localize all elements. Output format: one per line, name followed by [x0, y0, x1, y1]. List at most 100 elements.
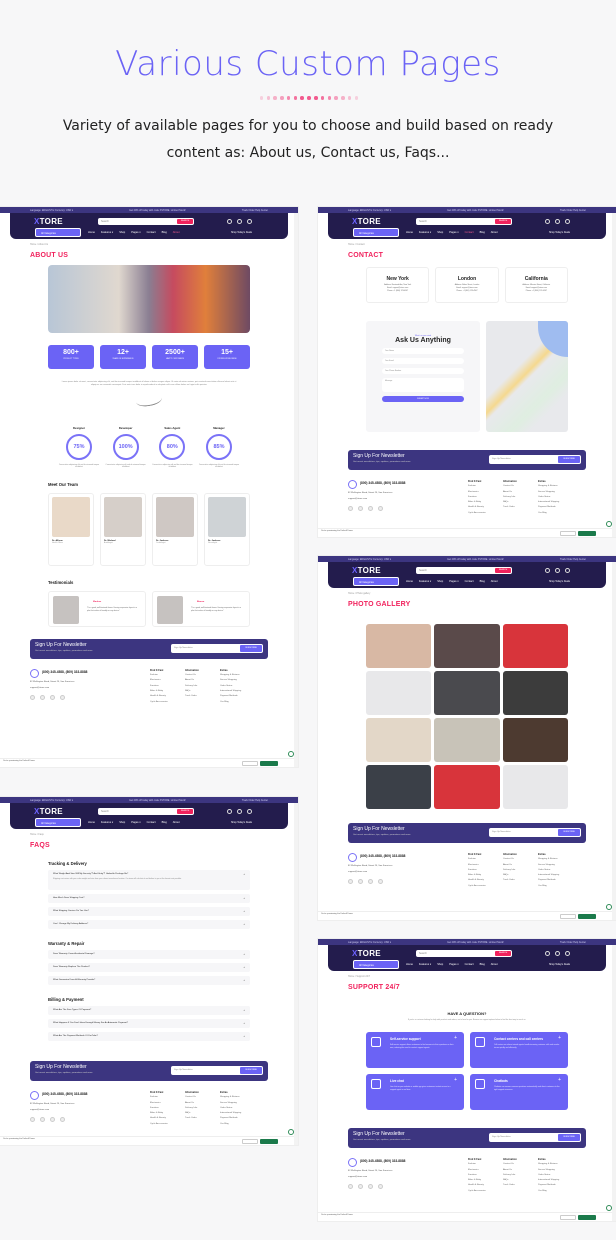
search-input[interactable]: Search SEARCH	[416, 950, 512, 957]
nav-item[interactable]: Contact	[465, 231, 474, 234]
newsletter-input[interactable]: Sign Up Newsletter SUBSCRIBE	[489, 1133, 581, 1142]
faq-question[interactable]: What Happens If You Don't Have Enough Mo…	[53, 1022, 128, 1024]
submit-button[interactable]: SUBMIT NOW	[382, 396, 464, 402]
account-icon[interactable]	[545, 951, 550, 956]
facebook-icon[interactable]	[40, 694, 45, 700]
nav-item[interactable]: Pages ▾	[449, 963, 458, 966]
deals-link[interactable]: Shop Today's Deals	[231, 231, 252, 234]
footer-link[interactable]: Cycle Accessories	[468, 1189, 486, 1194]
subscribe-button[interactable]: SUBSCRIBE	[558, 1134, 580, 1141]
reject-cookies-button[interactable]	[560, 531, 576, 536]
faq-item[interactable]: Can I Change My Delivery Address?	[48, 920, 250, 929]
deals-link[interactable]: Shop Today's Deals	[549, 963, 570, 966]
faq-question[interactable]: Does Warranty Replace The Product?	[53, 966, 90, 968]
faq-item[interactable]: What Are The Payment Methods Of YouTube?	[48, 1032, 250, 1041]
breadcrumb[interactable]: Home / About Us	[30, 243, 298, 246]
message-field[interactable]: Message	[382, 378, 464, 392]
newsletter-input[interactable]: Sign Up Newsletter SUBSCRIBE	[171, 1066, 263, 1075]
nav-item[interactable]: Contact	[465, 580, 474, 583]
all-categories-button[interactable]: All Categories	[35, 228, 81, 237]
help-links[interactable]: Track Order Help Center	[242, 799, 268, 802]
facebook-icon[interactable]	[358, 506, 363, 511]
scrollbar[interactable]	[612, 213, 616, 537]
language-currency[interactable]: Language: ENGLISH ▾ Currency: USD ▾	[30, 799, 73, 802]
faq-question[interactable]: What Are The Four Types Of Payment?	[53, 1009, 91, 1011]
youtube-icon[interactable]	[378, 879, 383, 884]
footer-email[interactable]: support@xtore.com	[348, 498, 367, 500]
gallery-image-desk-coffee[interactable]	[366, 718, 432, 762]
instagram-icon[interactable]	[368, 879, 373, 884]
deals-link[interactable]: Shop Today's Deals	[549, 580, 570, 583]
account-icon[interactable]	[227, 809, 232, 814]
twitter-icon[interactable]	[30, 694, 35, 700]
footer-link[interactable]: Health & Beauty	[468, 878, 486, 883]
accept-cookies-button[interactable]	[578, 531, 596, 536]
scrollbar[interactable]	[294, 213, 298, 767]
cart-icon[interactable]	[565, 568, 570, 573]
nav-item[interactable]: Pages ▾	[449, 231, 458, 234]
accept-cookies-button[interactable]	[260, 1139, 278, 1144]
search-button[interactable]: SEARCH	[177, 809, 193, 814]
footer-link[interactable]: Shopping & Returns	[538, 857, 559, 862]
search-input[interactable]: Search SEARCH	[416, 567, 512, 574]
youtube-icon[interactable]	[378, 506, 383, 511]
support-card[interactable]: Contact centers and call centers Call cen…	[470, 1032, 568, 1068]
footer-link[interactable]: Track Order	[185, 694, 199, 699]
deals-link[interactable]: Shop Today's Deals	[549, 231, 570, 234]
nav-item[interactable]: Blog	[480, 231, 485, 234]
wishlist-icon[interactable]	[555, 219, 560, 224]
footer-link[interactable]: Health & Beauty	[468, 1183, 486, 1188]
faq-item[interactable]: Does Warranty Replace The Product?	[48, 963, 250, 972]
nav-item[interactable]: Shop	[437, 963, 443, 966]
gallery-image-flower-bouquet[interactable]	[434, 718, 500, 762]
footer-link[interactable]: Shopping & Returns	[538, 484, 559, 489]
newsletter-input[interactable]: Sign Up Newsletter SUBSCRIBE	[489, 455, 581, 464]
nav-item[interactable]: Contact	[147, 231, 156, 234]
footer-link[interactable]: Shopping & Returns	[220, 1095, 241, 1100]
faq-item[interactable]: How Much Does Shipping Cost?	[48, 894, 250, 903]
cart-icon[interactable]	[565, 951, 570, 956]
instagram-icon[interactable]	[368, 506, 373, 511]
gallery-image-sneakers[interactable]	[502, 671, 568, 715]
footer-email[interactable]: support@xtore.com	[30, 687, 49, 689]
nav-item[interactable]: About	[173, 231, 180, 234]
cart-icon[interactable]	[247, 809, 252, 814]
nav-item[interactable]: Blog	[162, 821, 167, 824]
help-links[interactable]: Track Order Help Center	[560, 941, 586, 944]
nav-item[interactable]: Features ▾	[419, 231, 431, 234]
nav-item[interactable]: Home	[88, 821, 95, 824]
gallery-image-looks-cool-couple[interactable]	[434, 765, 500, 809]
footer-link[interactable]: Our Blog	[538, 511, 559, 516]
nav-item[interactable]: Home	[88, 231, 95, 234]
footer-link[interactable]: Track Order	[185, 1116, 199, 1121]
all-categories-button[interactable]: All Categories	[353, 960, 399, 969]
nav-item[interactable]: Shop	[437, 231, 443, 234]
youtube-icon[interactable]	[60, 694, 65, 700]
gallery-image-shopping-street[interactable]	[366, 624, 432, 668]
faq-item[interactable]: What Shipping Carriers Do You Use?	[48, 907, 250, 916]
support-card[interactable]: Self-service support Self-service support…	[366, 1032, 464, 1068]
nav-item[interactable]: About	[491, 231, 498, 234]
nav-item[interactable]: Features ▾	[419, 963, 431, 966]
footer-link[interactable]: Health & Beauty	[468, 505, 486, 510]
faq-item[interactable]: What Guarantee Does A Warranty Provide?	[48, 976, 250, 985]
faq-item[interactable]: What Are The Four Types Of Payment?	[48, 1006, 250, 1015]
nav-item[interactable]: Features ▾	[419, 580, 431, 583]
phone-field[interactable]: Your Phone Number	[382, 368, 464, 374]
nav-item[interactable]: Blog	[162, 231, 167, 234]
accept-cookies-button[interactable]	[578, 914, 596, 919]
twitter-icon[interactable]	[30, 1117, 35, 1122]
facebook-icon[interactable]	[40, 1117, 45, 1122]
wishlist-icon[interactable]	[555, 568, 560, 573]
faq-question[interactable]: Does Warranty Cover Accidental Damage?	[53, 953, 95, 955]
newsletter-input[interactable]: Sign Up Newsletter SUBSCRIBE	[489, 828, 581, 837]
cart-icon[interactable]	[247, 219, 252, 224]
faq-item[interactable]: What Happens If You Don't Have Enough Mo…	[48, 1019, 250, 1028]
instagram-icon[interactable]	[50, 694, 55, 700]
wishlist-icon[interactable]	[555, 951, 560, 956]
newsletter-input[interactable]: Sign Up Newsletter SUBSCRIBE	[171, 643, 263, 653]
nav-item[interactable]: Features ▾	[101, 821, 113, 824]
faq-question[interactable]: What Are The Payment Methods Of YouTube?	[53, 1035, 98, 1037]
footer-link[interactable]: Cycle Accessories	[468, 884, 486, 889]
gallery-image-looks-cool-couple[interactable]	[502, 624, 568, 668]
